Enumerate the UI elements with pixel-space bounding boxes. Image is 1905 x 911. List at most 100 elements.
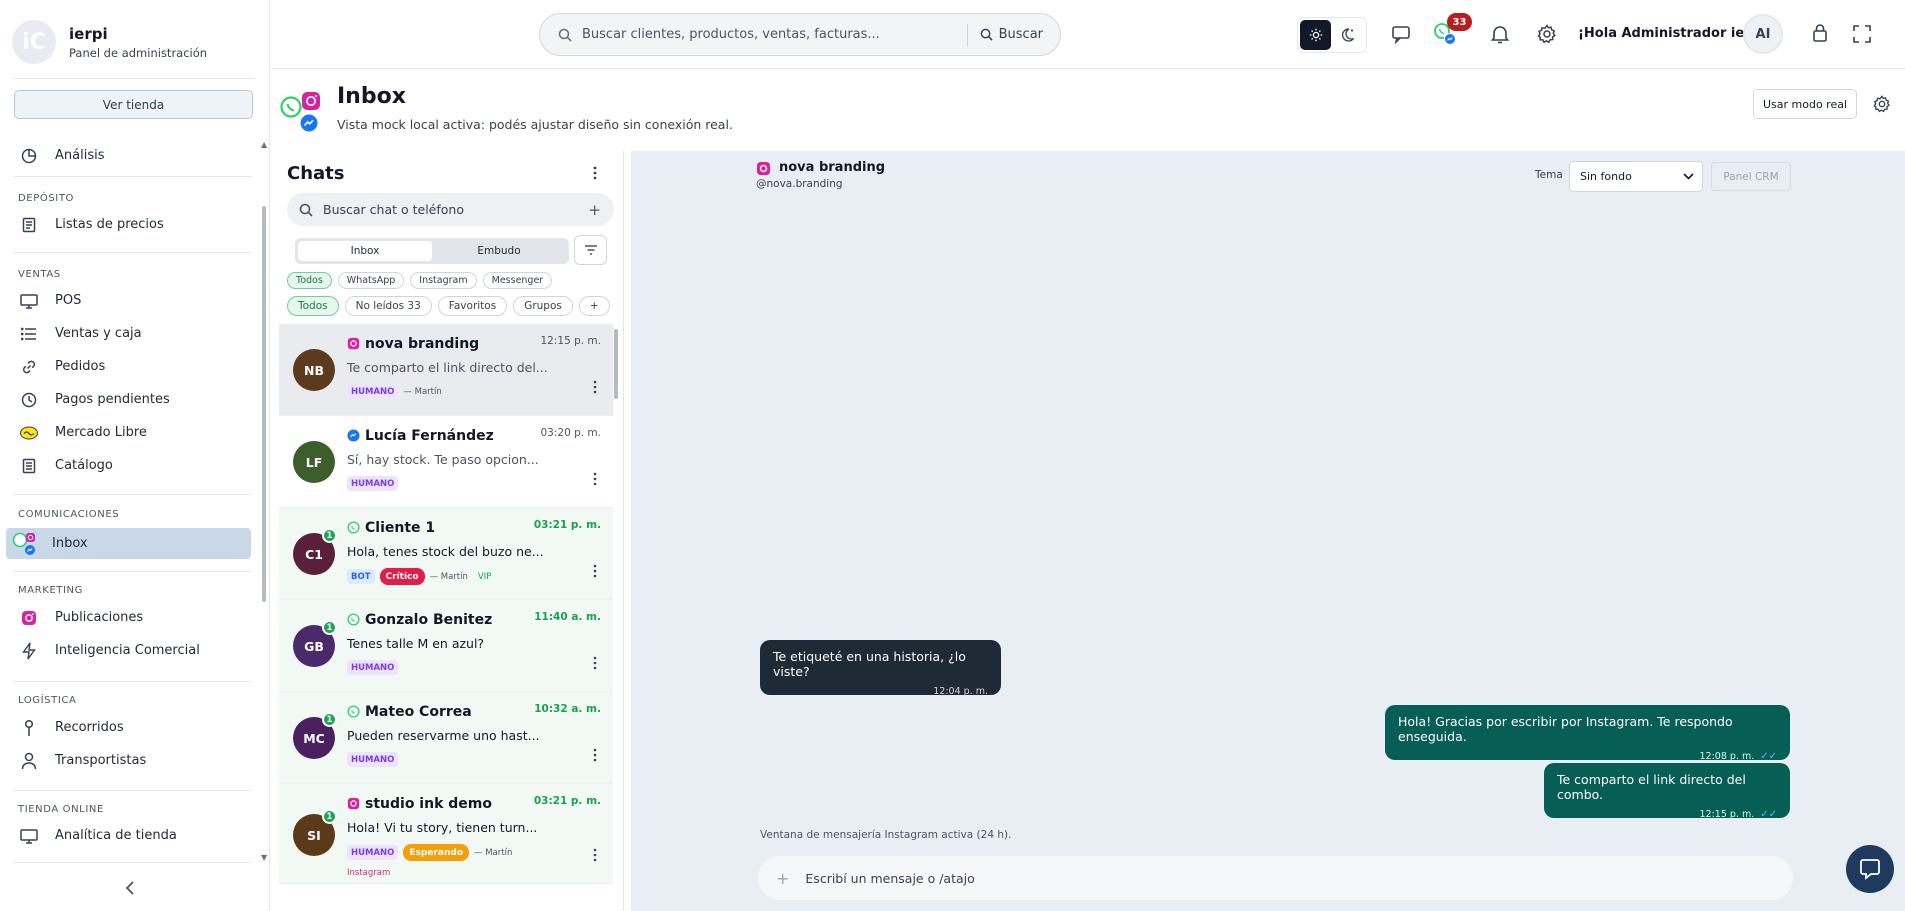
unread-badge: 1 xyxy=(322,620,337,635)
sidebar-item-inbox[interactable]: Inbox xyxy=(6,528,251,559)
inbox-channels-icon xyxy=(12,532,40,555)
theme-select[interactable]: Sin fondo xyxy=(1569,161,1703,192)
chat-search[interactable]: Buscar chat o teléfono + xyxy=(287,193,614,226)
sidebar-item-pagos-pendientes[interactable]: Pagos pendientes xyxy=(6,384,251,415)
chat-list-panel: Chats Buscar chat o teléfono + Inbox Emb… xyxy=(271,151,624,911)
divider xyxy=(966,23,968,46)
more-vertical-icon[interactable] xyxy=(593,564,597,578)
section-title: MARKETING xyxy=(18,585,83,596)
avatar: LF xyxy=(293,441,335,483)
sidebar-item-recorridos[interactable]: Recorridos xyxy=(6,712,251,743)
support-chat-button[interactable] xyxy=(1846,845,1894,893)
chat-preview: Hola! Vi tu story, tienen turn... xyxy=(347,820,538,835)
tab-embudo[interactable]: Embudo xyxy=(432,241,566,261)
chat-tags: BOT Crítico — Martín VIP xyxy=(347,568,500,585)
chip-favoritos[interactable]: Favoritos xyxy=(437,296,508,316)
more-vertical-icon[interactable] xyxy=(593,748,597,762)
attach-plus-icon[interactable]: + xyxy=(776,869,789,888)
search-input[interactable]: Buscar clientes, productos, ventas, fact… xyxy=(582,27,967,42)
filter-icon[interactable] xyxy=(574,235,607,265)
global-search[interactable]: Buscar clientes, productos, ventas, fact… xyxy=(539,13,1061,56)
chat-name: Cliente 1 xyxy=(365,520,436,536)
more-vertical-icon[interactable] xyxy=(593,166,597,180)
sidebar-item-label: Pagos pendientes xyxy=(55,392,170,407)
message-composer[interactable]: + Escribí un mensaje o /atajo xyxy=(758,856,1793,900)
sidebar-item-listas-precios[interactable]: Listas de precios xyxy=(6,209,251,240)
chip-messenger[interactable]: Messenger xyxy=(482,272,553,289)
collapse-sidebar-icon[interactable] xyxy=(125,880,135,896)
sidebar-item-label: Catálogo xyxy=(55,458,113,473)
moon-icon[interactable] xyxy=(1331,20,1364,50)
more-vertical-icon[interactable] xyxy=(593,848,597,862)
tag-esperando: Esperando xyxy=(403,844,470,861)
sidebar-item-publicaciones[interactable]: Publicaciones xyxy=(6,602,251,633)
fullscreen-icon[interactable] xyxy=(1853,25,1871,43)
chat-time: 03:21 p. m. xyxy=(533,519,601,531)
theme-select-value: Sin fondo xyxy=(1580,170,1632,183)
sidebar-item-mercado-libre[interactable]: Mercado Libre xyxy=(6,417,251,448)
page-title: Inbox xyxy=(337,84,406,109)
chat-name: Gonzalo Benitez xyxy=(365,612,493,628)
scroll-up-arrow-icon[interactable]: ▲ xyxy=(261,140,267,149)
chat-list-scrollbar[interactable] xyxy=(614,329,618,399)
document-icon xyxy=(19,456,39,476)
crm-panel-button[interactable]: Panel CRM xyxy=(1711,162,1791,191)
sidebar-scrollbar[interactable] xyxy=(262,206,266,602)
chat-time: 11:40 a. m. xyxy=(534,611,601,623)
tab-inbox[interactable]: Inbox xyxy=(298,241,432,261)
gear-icon[interactable] xyxy=(1537,24,1557,44)
chat-item[interactable]: MC 1 Mateo Correa 10:32 a. m. Pueden res… xyxy=(279,692,613,784)
sidebar-item-catalogo[interactable]: Catálogo xyxy=(6,450,251,481)
more-vertical-icon[interactable] xyxy=(593,380,597,394)
chat-bubble-icon[interactable] xyxy=(1391,24,1411,44)
brand[interactable]: iC ierpi Panel de administración xyxy=(12,20,207,64)
read-ticks-icon: ✓✓ xyxy=(1760,751,1777,762)
message-outgoing: Hola! Gracias por escribir por Instagram… xyxy=(1385,705,1790,762)
bell-icon[interactable] xyxy=(1491,24,1509,44)
message-text: Te comparto el link directo del combo. xyxy=(1557,772,1746,802)
scroll-down-arrow-icon[interactable]: ▼ xyxy=(261,853,267,862)
chat-tags: HUMANO xyxy=(347,660,403,675)
chip-todos-status[interactable]: Todos xyxy=(287,296,339,316)
chat-item[interactable]: C1 1 Cliente 1 03:21 p. m. Hola, tenes s… xyxy=(279,508,613,600)
tag-instagram: Instagram xyxy=(347,867,391,878)
new-chat-plus-icon[interactable]: + xyxy=(588,201,601,219)
chat-item[interactable]: NB nova branding 12:15 p. m. Te comparto… xyxy=(279,324,613,416)
sidebar-item-pos[interactable]: POS xyxy=(6,285,251,316)
chip-no-leidos[interactable]: No leídos 33 xyxy=(344,296,432,316)
search-button[interactable]: Buscar xyxy=(980,27,1043,42)
chat-item[interactable]: SI 1 studio ink demo 03:21 p. m. Hola! V… xyxy=(279,784,613,884)
chip-todos-channel[interactable]: Todos xyxy=(287,272,332,289)
composer-input[interactable]: Escribí un mensaje o /atajo xyxy=(805,871,974,886)
sidebar-item-ventas-caja[interactable]: Ventas y caja xyxy=(6,318,251,349)
sidebar-item-analisis[interactable]: Análisis xyxy=(6,140,251,171)
section-title: DEPÓSITO xyxy=(18,193,74,204)
chip-add-filter[interactable]: + xyxy=(578,296,610,316)
sidebar-item-inteligencia-comercial[interactable]: Inteligencia Comercial xyxy=(6,635,251,666)
theme-toggle[interactable] xyxy=(1297,17,1367,53)
chip-instagram[interactable]: Instagram xyxy=(410,272,477,289)
more-vertical-icon[interactable] xyxy=(593,472,597,486)
more-vertical-icon[interactable] xyxy=(593,656,597,670)
lock-icon[interactable] xyxy=(1812,23,1828,43)
chat-item[interactable]: LF Lucía Fernández 03:20 p. m. Sí, hay s… xyxy=(279,416,613,508)
chat-tags: HUMANO Esperando — Martín xyxy=(347,844,518,861)
settings-gear-icon[interactable] xyxy=(1873,95,1891,113)
chat-item[interactable]: GB 1 Gonzalo Benitez 11:40 a. m. Tenes t… xyxy=(279,600,613,692)
sidebar-item-analitica-tienda[interactable]: Analítica de tienda xyxy=(6,820,251,851)
divider xyxy=(14,571,252,572)
divider xyxy=(14,252,252,253)
sidebar-item-label: Inbox xyxy=(52,536,88,551)
sidebar-item-label: POS xyxy=(55,293,82,308)
view-store-button[interactable]: Ver tienda xyxy=(14,90,253,119)
sidebar-item-pedidos[interactable]: Pedidos xyxy=(6,351,251,382)
monitor-icon xyxy=(19,826,39,846)
chip-grupos[interactable]: Grupos xyxy=(513,296,573,316)
sidebar-item-transportistas[interactable]: Transportistas xyxy=(6,745,251,776)
real-mode-button[interactable]: Usar modo real xyxy=(1753,89,1857,119)
avatar[interactable]: AI xyxy=(1743,14,1783,54)
chat-search-input[interactable]: Buscar chat o teléfono xyxy=(323,202,588,217)
chip-whatsapp[interactable]: WhatsApp xyxy=(337,272,405,289)
sun-icon[interactable] xyxy=(1300,20,1331,50)
message-time: 12:04 p. m. xyxy=(933,686,988,697)
